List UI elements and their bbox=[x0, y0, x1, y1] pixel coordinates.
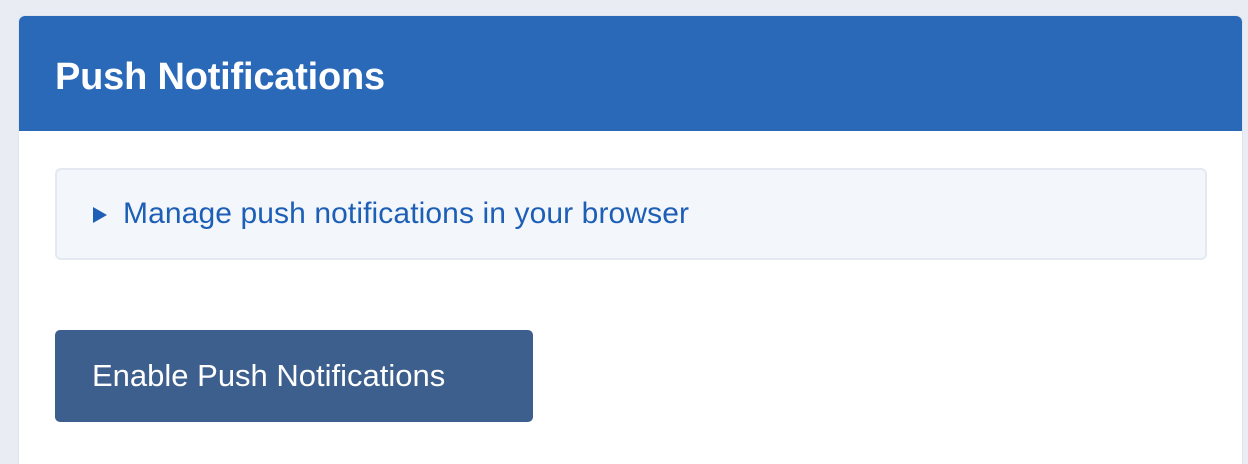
disclosure-triangle-right-icon bbox=[93, 207, 107, 223]
manage-notifications-disclosure[interactable]: Manage push notifications in your browse… bbox=[55, 168, 1207, 260]
page: Push Notifications Manage push notificat… bbox=[0, 0, 1248, 464]
disclosure-summary-label: Manage push notifications in your browse… bbox=[123, 197, 690, 230]
card-header: Push Notifications bbox=[19, 16, 1242, 131]
push-notifications-card: Push Notifications Manage push notificat… bbox=[19, 16, 1242, 464]
enable-push-notifications-button[interactable]: Enable Push Notifications bbox=[55, 330, 533, 422]
card-body: Manage push notifications in your browse… bbox=[19, 131, 1242, 422]
card-title: Push Notifications bbox=[55, 56, 385, 98]
